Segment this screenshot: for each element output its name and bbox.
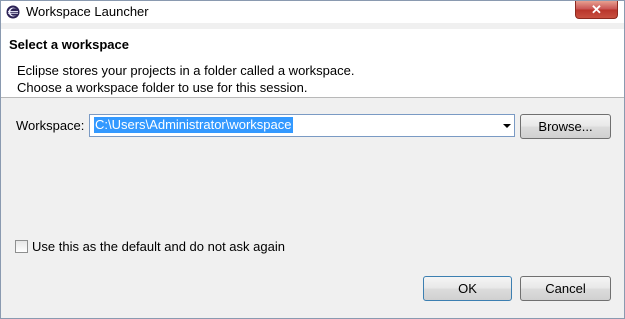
close-icon: ✕	[591, 2, 602, 17]
dropdown-arrow-icon[interactable]	[503, 124, 511, 128]
ok-button[interactable]: OK	[423, 276, 512, 301]
cancel-button[interactable]: Cancel	[520, 276, 611, 301]
title-bar[interactable]: Workspace Launcher ✕	[1, 1, 624, 23]
browse-button[interactable]: Browse...	[520, 114, 611, 139]
workspace-launcher-dialog: Workspace Launcher ✕ Select a workspace …	[0, 0, 625, 319]
header-message-line2: Choose a workspace folder to use for thi…	[17, 80, 308, 95]
default-workspace-label[interactable]: Use this as the default and do not ask a…	[32, 239, 285, 254]
header-message-line1: Eclipse stores your projects in a folder…	[17, 63, 355, 78]
eclipse-icon	[6, 5, 20, 19]
header-title: Select a workspace	[9, 37, 129, 52]
workspace-label: Workspace:	[16, 118, 85, 133]
close-button[interactable]: ✕	[575, 1, 618, 19]
workspace-combo[interactable]: C:\Users\Administrator\workspace	[89, 114, 515, 137]
workspace-path-value[interactable]: C:\Users\Administrator\workspace	[94, 117, 293, 133]
default-workspace-checkbox[interactable]	[15, 240, 28, 253]
window-title: Workspace Launcher	[26, 4, 149, 19]
header-panel: Select a workspace Eclipse stores your p…	[1, 29, 624, 98]
